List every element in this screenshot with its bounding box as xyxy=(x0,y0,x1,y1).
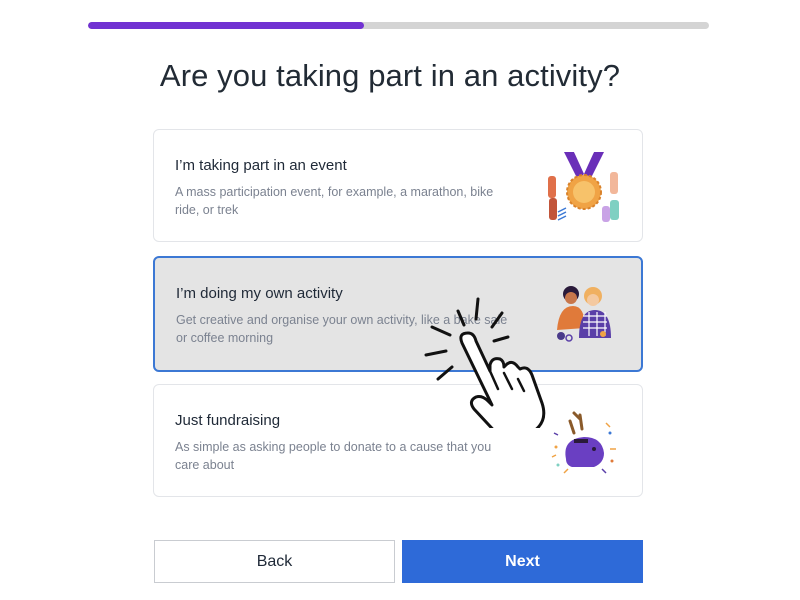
option-description: As simple as asking people to donate to … xyxy=(175,440,492,472)
option-own-activity[interactable]: I’m doing my own activity Get creative a… xyxy=(153,256,643,372)
option-title: Just fundraising xyxy=(175,412,281,429)
progress-bar-fill xyxy=(88,22,365,29)
back-button[interactable]: Back xyxy=(154,540,395,583)
option-description: Get creative and organise your own activ… xyxy=(176,313,508,345)
option-just-fundraising[interactable]: Just fundraising As simple as asking peo… xyxy=(153,384,643,497)
option-title: I’m doing my own activity xyxy=(176,285,343,302)
option-event[interactable]: I’m taking part in an event A mass parti… xyxy=(153,129,643,242)
option-description: A mass participation event, for example,… xyxy=(175,185,494,217)
people-together-illustration xyxy=(557,286,611,342)
next-button[interactable]: Next xyxy=(402,540,643,583)
piggy-bank-illustration xyxy=(551,411,616,474)
option-title: I’m taking part in an event xyxy=(175,157,347,174)
medal-illustration xyxy=(548,152,619,222)
progress-bar xyxy=(88,22,709,29)
page-title: Are you taking part in an activity? xyxy=(159,58,621,93)
